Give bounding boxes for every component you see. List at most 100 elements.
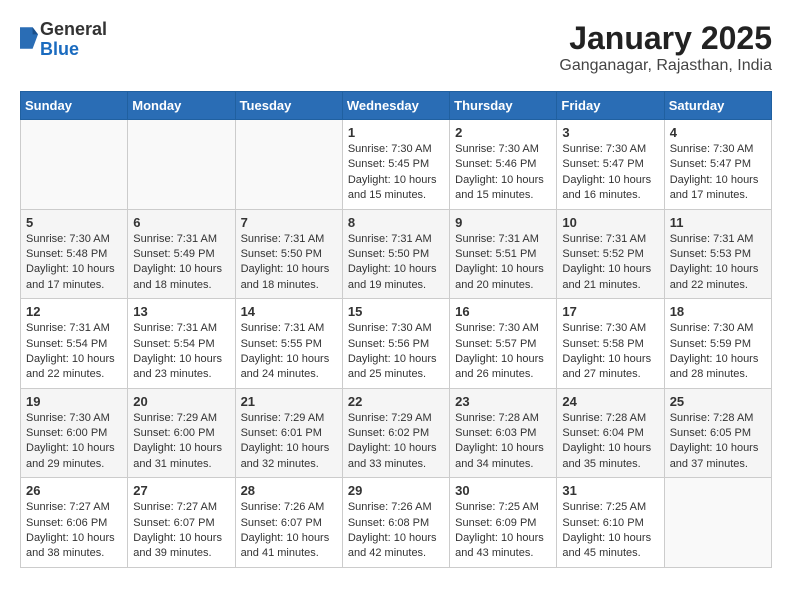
day-info: Sunrise: 7:28 AM [562, 411, 658, 426]
weekday-row: SundayMondayTuesdayWednesdayThursdayFrid… [21, 92, 772, 120]
day-info: Daylight: 10 hours [348, 262, 444, 277]
day-info: Daylight: 10 hours [26, 441, 122, 456]
weekday-header-monday: Monday [128, 92, 235, 120]
day-info: Sunrise: 7:31 AM [26, 321, 122, 336]
day-number: 5 [26, 215, 122, 230]
day-info: and 37 minutes. [670, 457, 766, 472]
calendar-cell: 27Sunrise: 7:27 AMSunset: 6:07 PMDayligh… [128, 478, 235, 568]
weekday-header-thursday: Thursday [450, 92, 557, 120]
calendar-cell [235, 120, 342, 210]
day-info: and 24 minutes. [241, 367, 337, 382]
day-info: Daylight: 10 hours [348, 352, 444, 367]
day-info: Sunset: 6:05 PM [670, 426, 766, 441]
day-number: 16 [455, 304, 551, 319]
day-info: Daylight: 10 hours [26, 262, 122, 277]
day-info: Sunset: 6:06 PM [26, 516, 122, 531]
calendar-cell: 22Sunrise: 7:29 AMSunset: 6:02 PMDayligh… [342, 388, 449, 478]
day-number: 26 [26, 483, 122, 498]
day-info: Daylight: 10 hours [455, 531, 551, 546]
day-info: Sunset: 6:07 PM [241, 516, 337, 531]
weekday-header-tuesday: Tuesday [235, 92, 342, 120]
day-info: and 34 minutes. [455, 457, 551, 472]
day-info: and 18 minutes. [133, 278, 229, 293]
day-info: and 41 minutes. [241, 546, 337, 561]
day-info: Sunrise: 7:27 AM [133, 500, 229, 515]
day-info: and 33 minutes. [348, 457, 444, 472]
day-number: 24 [562, 394, 658, 409]
day-info: and 17 minutes. [26, 278, 122, 293]
day-info: and 31 minutes. [133, 457, 229, 472]
calendar-cell: 14Sunrise: 7:31 AMSunset: 5:55 PMDayligh… [235, 299, 342, 389]
day-info: Sunrise: 7:31 AM [670, 232, 766, 247]
calendar-cell [664, 478, 771, 568]
day-number: 23 [455, 394, 551, 409]
calendar-cell: 25Sunrise: 7:28 AMSunset: 6:05 PMDayligh… [664, 388, 771, 478]
calendar-cell: 12Sunrise: 7:31 AMSunset: 5:54 PMDayligh… [21, 299, 128, 389]
day-info: Daylight: 10 hours [133, 531, 229, 546]
calendar-cell: 31Sunrise: 7:25 AMSunset: 6:10 PMDayligh… [557, 478, 664, 568]
calendar-cell: 1Sunrise: 7:30 AMSunset: 5:45 PMDaylight… [342, 120, 449, 210]
day-number: 7 [241, 215, 337, 230]
day-info: Sunset: 5:52 PM [562, 247, 658, 262]
day-info: Sunrise: 7:31 AM [241, 232, 337, 247]
calendar-cell: 26Sunrise: 7:27 AMSunset: 6:06 PMDayligh… [21, 478, 128, 568]
day-info: Daylight: 10 hours [133, 262, 229, 277]
day-info: Sunset: 5:45 PM [348, 157, 444, 172]
day-info: Daylight: 10 hours [562, 262, 658, 277]
day-info: Daylight: 10 hours [670, 441, 766, 456]
day-info: and 19 minutes. [348, 278, 444, 293]
day-number: 2 [455, 125, 551, 140]
day-info: and 32 minutes. [241, 457, 337, 472]
day-info: Sunrise: 7:31 AM [562, 232, 658, 247]
day-info: Sunrise: 7:30 AM [348, 321, 444, 336]
day-info: Daylight: 10 hours [26, 352, 122, 367]
day-info: Sunrise: 7:31 AM [133, 321, 229, 336]
day-number: 31 [562, 483, 658, 498]
calendar-cell: 30Sunrise: 7:25 AMSunset: 6:09 PMDayligh… [450, 478, 557, 568]
day-info: Sunrise: 7:30 AM [26, 411, 122, 426]
day-info: and 20 minutes. [455, 278, 551, 293]
day-info: Daylight: 10 hours [348, 531, 444, 546]
day-info: and 15 minutes. [348, 188, 444, 203]
day-info: Sunset: 5:53 PM [670, 247, 766, 262]
calendar-cell: 7Sunrise: 7:31 AMSunset: 5:50 PMDaylight… [235, 209, 342, 299]
day-info: Daylight: 10 hours [133, 352, 229, 367]
day-number: 15 [348, 304, 444, 319]
day-info: and 18 minutes. [241, 278, 337, 293]
day-info: Daylight: 10 hours [455, 262, 551, 277]
logo-icon [20, 27, 38, 49]
day-info: Daylight: 10 hours [562, 441, 658, 456]
day-info: Daylight: 10 hours [670, 173, 766, 188]
day-info: Daylight: 10 hours [241, 352, 337, 367]
calendar-cell: 5 Sunrise: 7:30 AMSunset: 5:48 PMDaylight… [21, 209, 128, 299]
day-info: Daylight: 10 hours [455, 173, 551, 188]
day-number: 11 [670, 215, 766, 230]
day-info: Sunset: 5:51 PM [455, 247, 551, 262]
day-info: Sunset: 6:00 PM [133, 426, 229, 441]
day-info: Sunrise: 7:30 AM [562, 142, 658, 157]
day-info: Sunset: 5:58 PM [562, 337, 658, 352]
day-number: 8 [348, 215, 444, 230]
day-info: Sunrise: 7:30 AM [670, 142, 766, 157]
calendar-cell: 13Sunrise: 7:31 AMSunset: 5:54 PMDayligh… [128, 299, 235, 389]
calendar-subtitle: Ganganagar, Rajasthan, India [559, 57, 772, 75]
day-number: 1 [348, 125, 444, 140]
calendar-cell: 28Sunrise: 7:26 AMSunset: 6:07 PMDayligh… [235, 478, 342, 568]
day-number: 30 [455, 483, 551, 498]
day-info: and 43 minutes. [455, 546, 551, 561]
title-section: January 2025 Ganganagar, Rajasthan, Indi… [559, 20, 772, 75]
calendar-week-1: 1 Sunrise: 7:30 AM Sunset: 5:45 PM Daylight… [21, 120, 772, 210]
day-info: Daylight: 10 hours [670, 262, 766, 277]
logo-text: General Blue [40, 20, 107, 60]
weekday-header-friday: Friday [557, 92, 664, 120]
day-info: Sunrise: 7:31 AM [455, 232, 551, 247]
day-number: 27 [133, 483, 229, 498]
day-info: Sunrise: 7:28 AM [455, 411, 551, 426]
day-info: Sunrise: 7:31 AM [241, 321, 337, 336]
day-info: Sunset: 6:02 PM [348, 426, 444, 441]
day-info: Sunrise: 7:30 AM [26, 232, 122, 247]
day-number: 14 [241, 304, 337, 319]
day-info: Sunset: 5:48 PM [26, 247, 122, 262]
calendar-cell [21, 120, 128, 210]
day-number: 17 [562, 304, 658, 319]
